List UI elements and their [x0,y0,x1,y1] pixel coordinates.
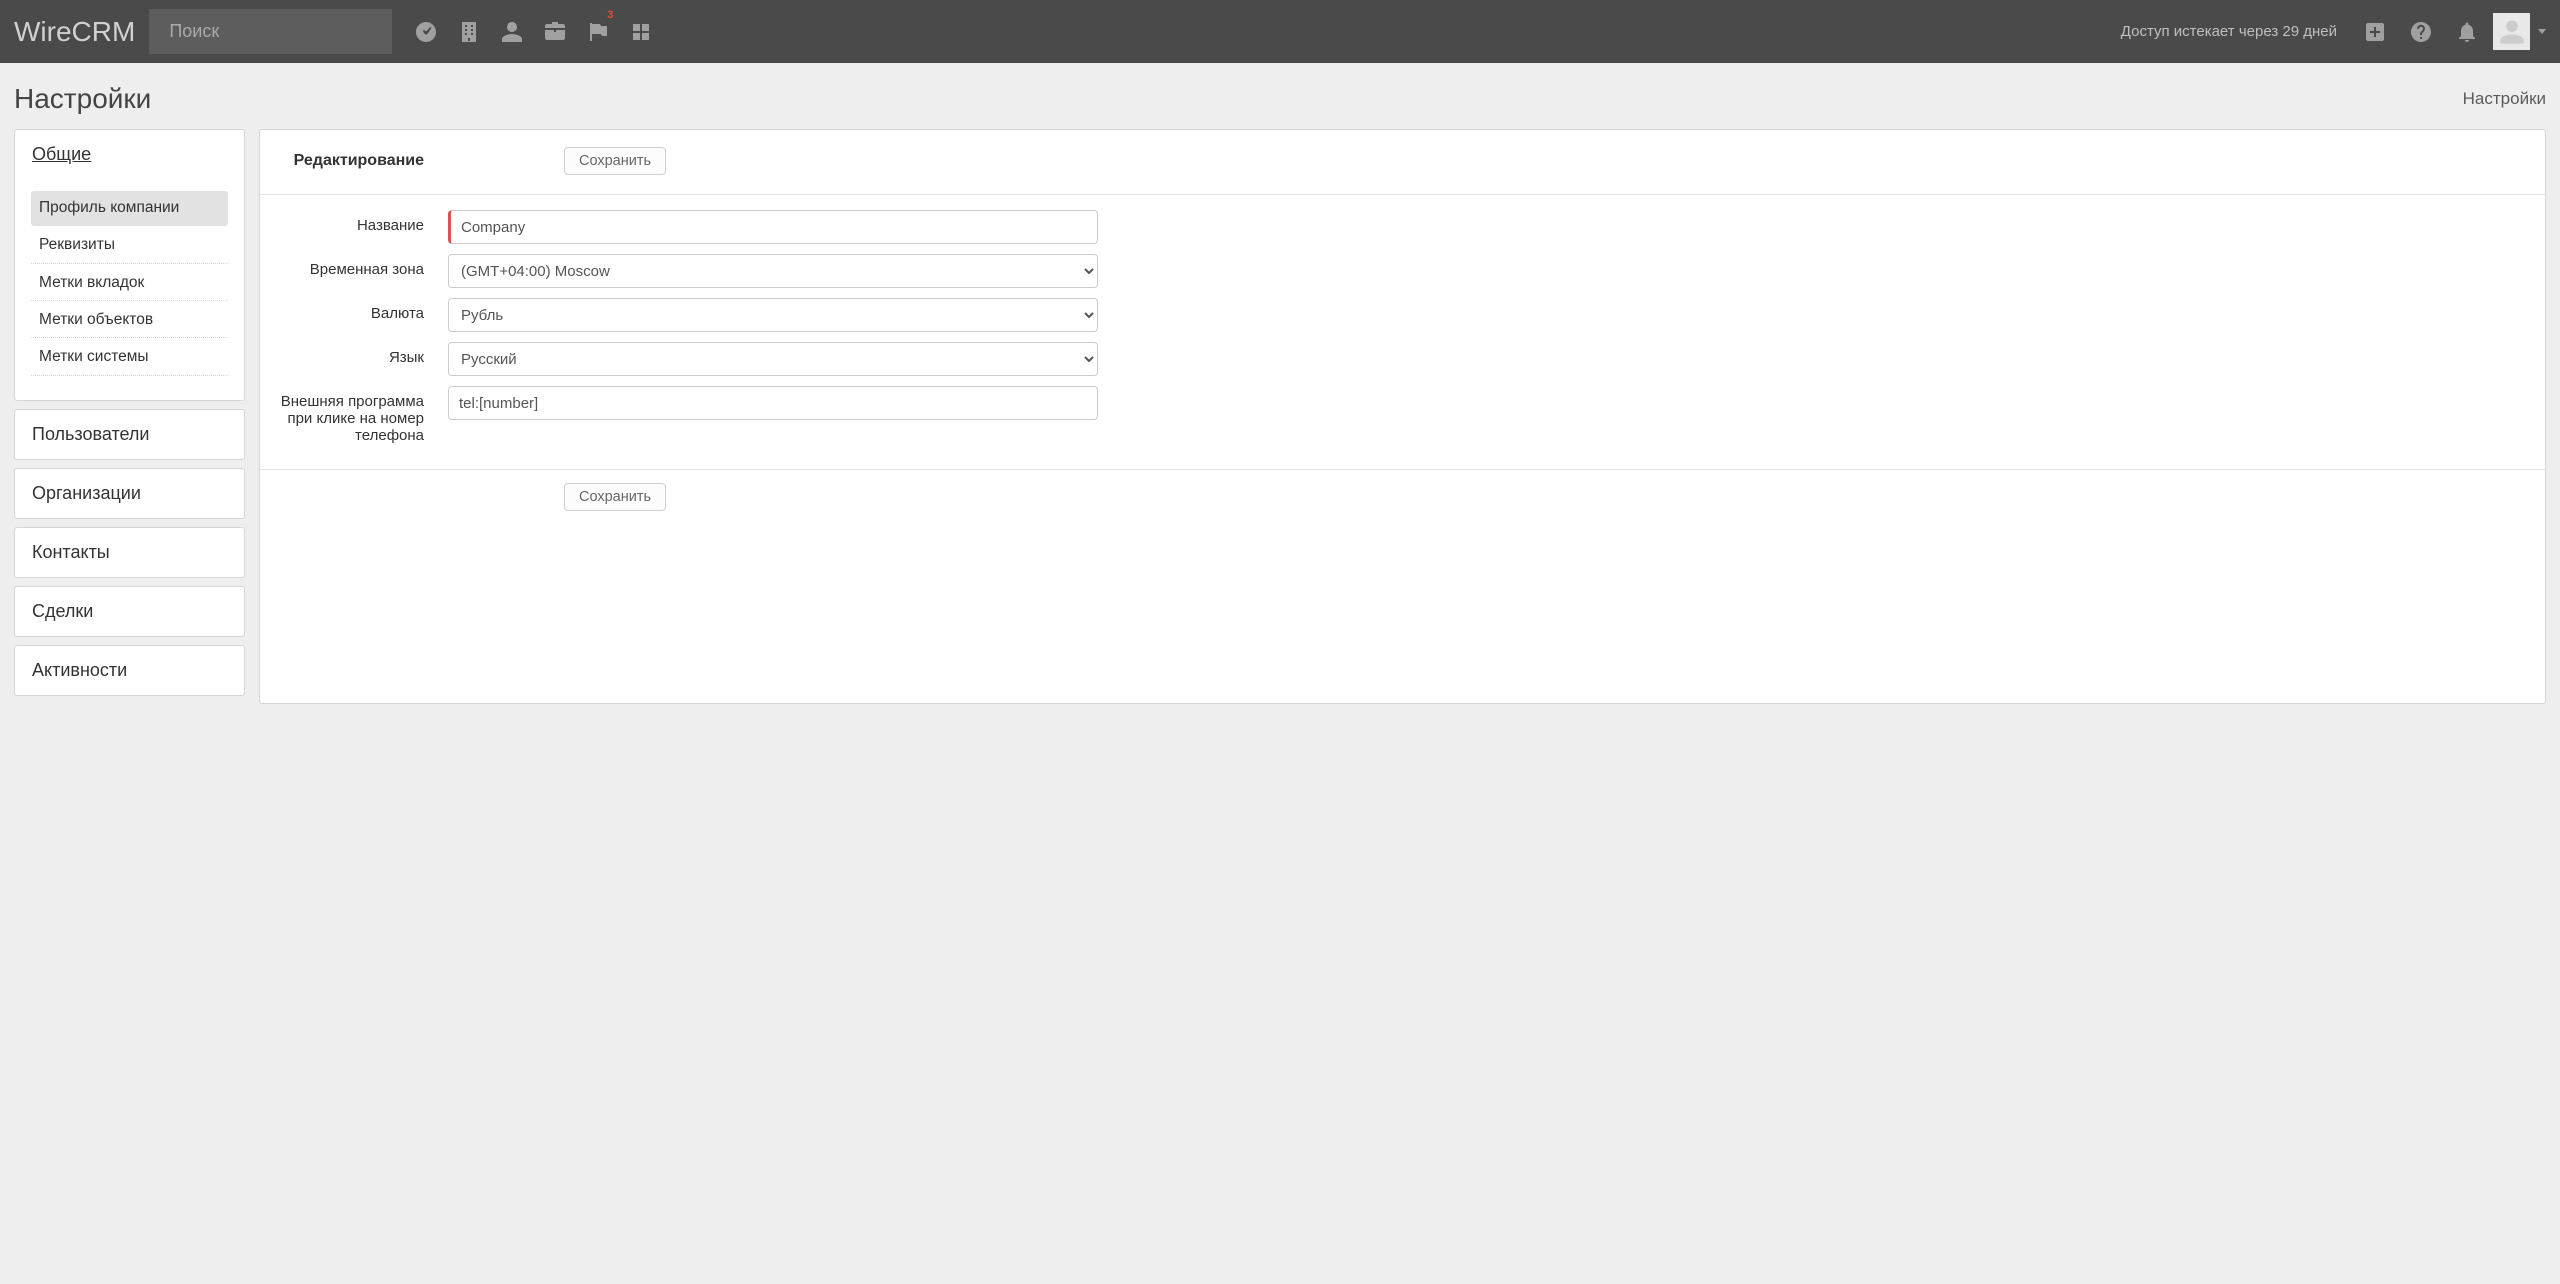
sidebar-item-tab-labels[interactable]: Метки вкладок [31,266,228,301]
chevron-down-icon [2538,29,2546,34]
dashboard-icon[interactable] [404,0,447,63]
sidebar-section-users[interactable]: Пользователи [15,410,244,459]
label-currency: Валюта [278,298,448,322]
sidebar-section-contacts[interactable]: Контакты [15,528,244,577]
breadcrumb[interactable]: Настройки [2463,89,2546,109]
label-timezone: Временная зона [278,254,448,278]
input-tel-program[interactable] [448,386,1098,420]
sidebar-section-organizations[interactable]: Организации [15,469,244,518]
top-navbar: WireCRM 3 Доступ истекает через 29 дней [0,0,2560,63]
flag-badge: 3 [607,9,613,21]
sidebar-section-general[interactable]: Общие [15,130,244,179]
search-input[interactable] [149,9,392,54]
select-language[interactable]: Русский [448,342,1098,376]
user-icon[interactable] [490,0,533,63]
settings-sidebar: Общие Профиль компании Реквизиты Метки в… [14,129,245,704]
sidebar-item-object-labels[interactable]: Метки объектов [31,303,228,338]
select-timezone[interactable]: (GMT+04:00) Moscow [448,254,1098,288]
avatar [2493,13,2530,50]
save-button-bottom[interactable]: Сохранить [564,483,666,511]
label-language: Язык [278,342,448,366]
building-icon[interactable] [447,0,490,63]
label-name: Название [278,210,448,234]
sidebar-item-company-profile[interactable]: Профиль компании [31,191,228,226]
access-expiry-text: Доступ истекает через 29 дней [2121,23,2337,40]
brand-logo[interactable]: WireCRM [14,16,135,48]
edit-heading: Редактирование [278,152,448,170]
sidebar-item-system-labels[interactable]: Метки системы [31,340,228,375]
bell-icon[interactable] [2447,0,2487,63]
sidebar-section-deals[interactable]: Сделки [15,587,244,636]
input-name[interactable] [448,210,1098,244]
save-button-top[interactable]: Сохранить [564,147,666,175]
sidebar-item-requisites[interactable]: Реквизиты [31,228,228,263]
briefcase-icon[interactable] [533,0,576,63]
apps-icon[interactable] [619,0,662,63]
sidebar-section-activities[interactable]: Активности [15,646,244,695]
page-title: Настройки [14,83,151,115]
main-panel: Редактирование Сохранить Название Времен… [259,129,2546,704]
help-icon[interactable] [2401,0,2441,63]
label-tel-program: Внешняя программа при клике на номер тел… [278,386,448,444]
flag-icon[interactable]: 3 [576,0,619,63]
user-menu[interactable] [2493,13,2546,50]
add-icon[interactable] [2355,0,2395,63]
select-currency[interactable]: Рубль [448,298,1098,332]
